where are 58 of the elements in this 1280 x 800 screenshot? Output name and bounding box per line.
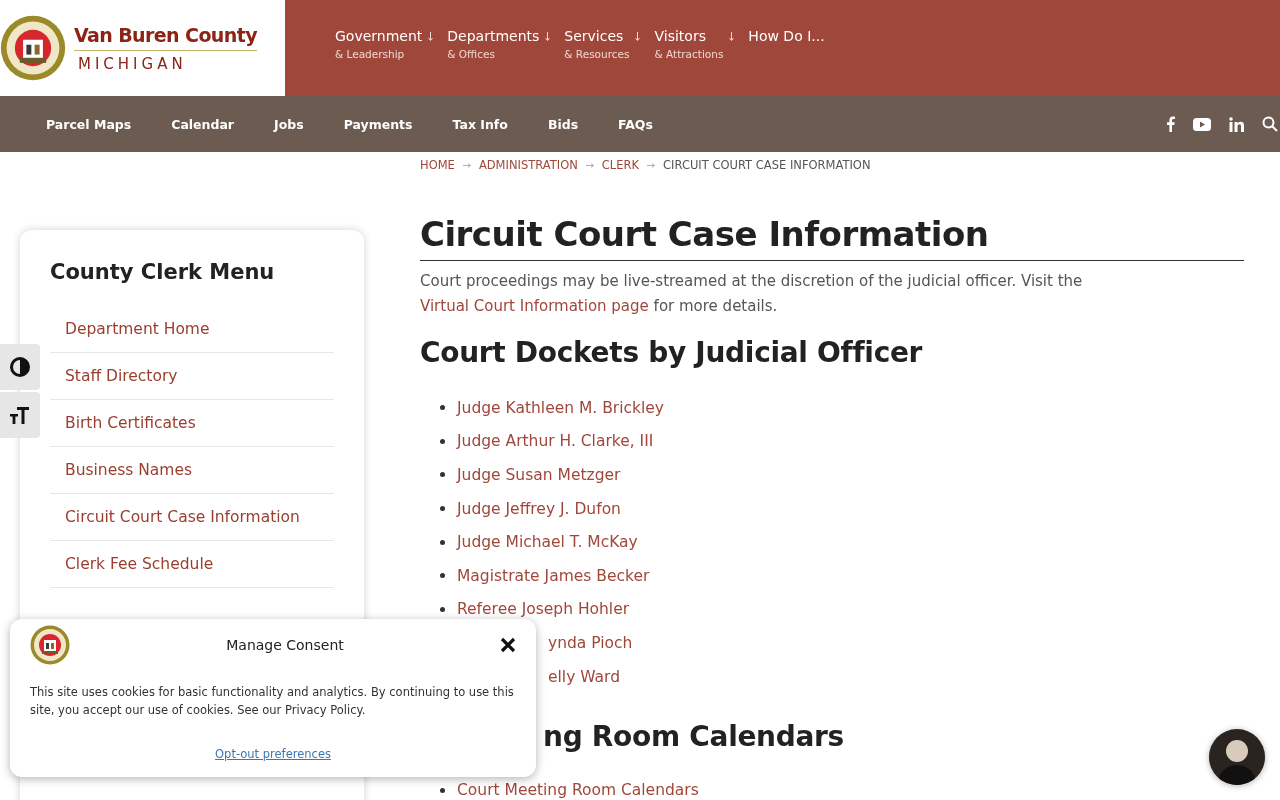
facebook-icon[interactable] — [1166, 116, 1175, 132]
sidebar-link[interactable]: Business Names — [50, 447, 334, 494]
menu-item[interactable]: Government & Leadership — [333, 28, 436, 60]
sidebar-link[interactable]: Circuit Court Case Information — [50, 494, 334, 541]
menu-item[interactable]: How Do I... — [746, 28, 827, 44]
quick-link[interactable]: Payments — [343, 116, 413, 132]
quick-link[interactable]: Jobs — [274, 116, 304, 132]
breadcrumb-item[interactable]: CLERK — [601, 158, 640, 172]
docket-link[interactable]: Judge Arthur H. Clarke, III — [457, 432, 654, 451]
chat-avatar-button[interactable] — [1209, 729, 1265, 785]
intro-text: Court proceedings may be live-streamed at the discretion of the judicial officer. Visit the Virtual Court Information page for more details. — [420, 271, 1084, 317]
close-icon — [500, 637, 516, 653]
docket-link[interactable]: Referee Joseph Hohler — [457, 600, 630, 619]
opt-out-link[interactable]: Opt-out preferences — [215, 747, 331, 761]
youtube-icon[interactable] — [1193, 117, 1211, 131]
sidebar-title: County Clerk Menu — [50, 260, 276, 284]
docket-link[interactable]: Court Meeting Room Calendars — [457, 781, 699, 800]
menu-item[interactable]: Services & Resources — [562, 28, 643, 60]
county-seal-icon — [30, 625, 70, 665]
menu-item[interactable]: Visitors & Attractions — [652, 28, 737, 60]
docket-link[interactable]: elly Ward — [548, 667, 621, 686]
quick-link[interactable]: Parcel Maps — [46, 116, 132, 132]
arrow-icon — [647, 162, 656, 168]
arrow-icon — [585, 162, 594, 168]
logo-title[interactable]: Van Buren County — [74, 23, 257, 51]
docket-link[interactable]: Judge Kathleen M. Brickley — [457, 398, 664, 417]
breadcrumb-item[interactable]: HOME — [420, 158, 455, 172]
breadcrumb-item[interactable]: ADMINISTRATION — [478, 158, 578, 172]
section-heading: Court Dockets by Judicial Officer — [420, 335, 924, 371]
logo-subtitle: MICHIGAN — [77, 53, 188, 73]
arrow-icon — [462, 162, 471, 168]
quick-link[interactable]: Bids — [547, 116, 579, 132]
contrast-button[interactable] — [0, 344, 40, 390]
linkedin-icon[interactable] — [1229, 116, 1244, 132]
dialog-title: Manage Consent — [225, 637, 345, 653]
sidebar-link[interactable]: Clerk Fee Schedule — [50, 541, 334, 588]
sidebar-link[interactable]: Staff Directory — [50, 353, 334, 400]
docket-link[interactable]: Judge Susan Metzger — [457, 466, 621, 484]
docket-link[interactable]: ynda Pioch — [548, 633, 633, 652]
page-title: Circuit Court Case Information — [420, 212, 1244, 261]
docket-link[interactable]: Judge Michael T. McKay — [457, 533, 638, 552]
contrast-icon — [10, 357, 30, 377]
docket-link[interactable]: Magistrate James Becker — [457, 566, 650, 585]
quick-link[interactable]: Calendar — [171, 116, 235, 132]
text-size-icon — [10, 406, 30, 424]
virtual-court-link[interactable]: Virtual Court Information page — [420, 297, 649, 315]
docket-link[interactable]: Judge Jeffrey J. Dufon — [457, 499, 621, 518]
quick-link[interactable]: Tax Info — [452, 116, 508, 132]
sidebar-link[interactable]: Birth Certificates — [50, 400, 334, 447]
text-size-button[interactable] — [0, 392, 40, 438]
search-icon[interactable] — [1262, 116, 1278, 132]
menu-item[interactable]: Departments & Offices — [445, 28, 553, 60]
quick-link[interactable]: FAQs — [618, 116, 653, 132]
section-heading: ng Room Calendars — [542, 719, 845, 756]
close-button[interactable] — [500, 637, 516, 653]
consent-text: This site uses cookies for basic functionality and analytics. By continuing to use this site, you accept our use of cookies. See our Privacy Policy. — [30, 684, 515, 719]
sidebar-link[interactable]: Department Home — [50, 306, 334, 353]
breadcrumb-item: CIRCUIT COURT CASE INFORMATION — [663, 158, 871, 172]
